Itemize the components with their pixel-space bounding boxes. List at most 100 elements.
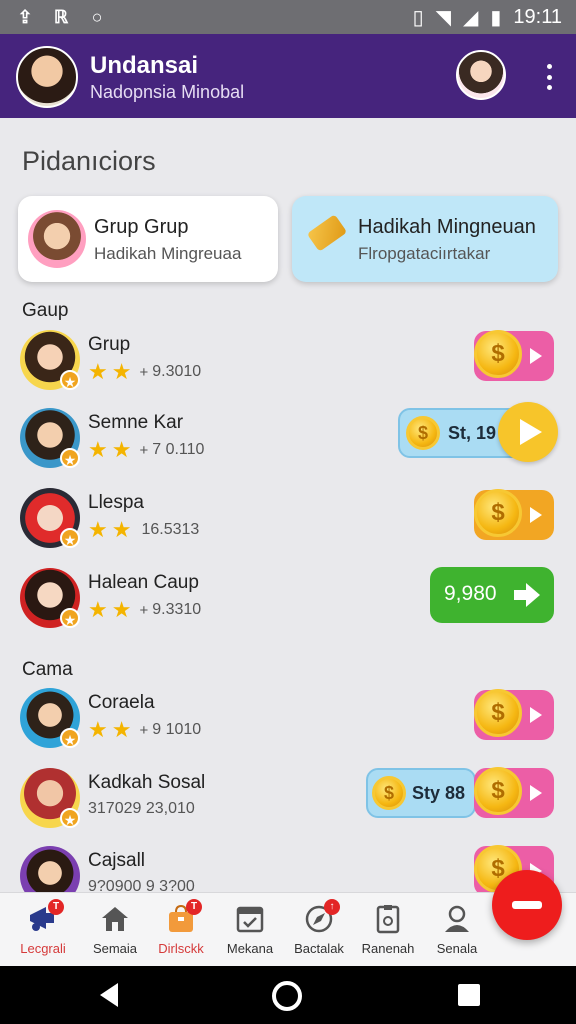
item-rating: 317029 23,010 (88, 800, 195, 818)
coin-amount: Sty 88 (412, 783, 466, 803)
avatar (20, 846, 80, 892)
nav-label: Dirlsckk (158, 941, 204, 956)
claim-amount: 9,980 (444, 582, 497, 605)
list-item[interactable]: ★ Halean Caup ★ ★ +9.3310 9,980 (0, 562, 576, 636)
coin-icon: $ (474, 689, 522, 737)
profile-avatar[interactable] (16, 46, 78, 108)
group-avatar (28, 210, 86, 268)
star-icon: ★ (111, 517, 132, 542)
list-item[interactable]: ★ Llespa ★ ★ 16.5313 $ (0, 482, 576, 556)
star-icon: ★ (111, 597, 132, 622)
more-options-icon[interactable] (544, 64, 554, 90)
ticket-icon (306, 214, 348, 252)
claim-button[interactable]: 9,980 (430, 567, 554, 623)
play-icon (520, 419, 542, 445)
star-icon: ★ (111, 437, 132, 462)
clock: 19:11 (513, 6, 562, 28)
star-icon: ★ (111, 717, 132, 742)
item-value: 317029 23,010 (88, 800, 195, 817)
section-label: Cama (22, 659, 73, 680)
system-navigation-bar (0, 966, 576, 1024)
compass-icon: ↑ (302, 899, 340, 935)
bottom-navigation: T Lecgrali Semaia T Dirlsckk Mekana ↑ Ba… (0, 892, 576, 966)
upload-icon: ⇪ (17, 6, 33, 27)
reward-card[interactable]: Hadikah Mingneuan Flropgataciırtakar (292, 196, 558, 282)
star-icon: ★ (111, 359, 132, 384)
item-value: 16.5313 (141, 521, 200, 538)
item-name: Llespa (88, 492, 144, 513)
app-header: Undansai Nadopnsia Minobal (0, 34, 576, 118)
item-value: 9.3310 (152, 601, 202, 618)
status-bar: ⇪ ℝ ○ ▯ ◥ ◢ ▮ 19:11 (0, 0, 576, 34)
item-name: Coraela (88, 692, 155, 713)
group-card[interactable]: Grup Grup Hadikah Mingreuaa (18, 196, 278, 282)
nav-item-semaia[interactable]: Semaia (80, 903, 150, 956)
coin-icon: $ (406, 416, 440, 450)
star-badge-icon: ★ (60, 808, 80, 828)
nav-label: Ranenah (361, 941, 415, 956)
minus-icon (512, 901, 542, 909)
card-title: Hadikah Mingneuan (358, 216, 536, 238)
header-title: Undansai (90, 52, 199, 79)
list-item[interactable]: ★ Kadkah Sosal 317029 23,010 $ Sty 88 $ (0, 762, 576, 836)
item-rating: 9?0900 9 3?00 (88, 878, 195, 892)
item-name: Kadkah Sosal (88, 772, 206, 793)
star-icon: ★ (88, 359, 108, 384)
item-value: 7 0.110 (152, 441, 205, 458)
card-subtitle: Flropgataciırtakar (358, 244, 491, 263)
nav-label: Bactalak (294, 941, 344, 956)
notification-badge: T (48, 899, 64, 915)
arrow-icon (530, 785, 542, 801)
nav-label: Semaia (92, 941, 138, 956)
remove-fab-button[interactable] (492, 870, 562, 940)
nav-item-senala[interactable]: Senala (422, 903, 492, 956)
list-item[interactable]: ★ Coraela ★ ★ +9 1010 $ (0, 682, 576, 756)
coin-icon: $ (474, 330, 522, 378)
item-rating: ★ ★ +9.3010 (88, 359, 202, 384)
item-rating: ★ ★ 16.5313 (88, 517, 200, 542)
play-button[interactable] (498, 402, 558, 462)
home-icon (98, 903, 132, 935)
nav-item-ranenah[interactable]: Ranenah (353, 903, 423, 956)
notification-badge: T (186, 899, 202, 915)
arrow-icon (530, 348, 542, 364)
nav-item-dirlsckk[interactable]: T Dirlsckk (146, 899, 216, 956)
item-name: Semne Kar (88, 412, 184, 433)
nav-item-lecgrali[interactable]: T Lecgrali (8, 899, 78, 956)
item-name: Grup (88, 334, 131, 355)
notification-badge: ↑ (324, 899, 340, 915)
list-item[interactable]: Cajsall 9?0900 9 3?00 $ (0, 840, 576, 892)
star-icon: ★ (88, 437, 108, 462)
arrow-right-icon (514, 583, 540, 607)
star-badge-icon: ★ (60, 528, 80, 548)
star-icon: ★ (88, 597, 108, 622)
star-icon: ★ (88, 717, 108, 742)
item-value: 9 1010 (152, 721, 202, 738)
list-item[interactable]: ★ Grup ★ ★ +9.3010 $ (0, 324, 576, 398)
arrow-icon (530, 707, 542, 723)
battery-icon: ▮ (490, 7, 502, 29)
item-value: 9?0900 9 3?00 (88, 878, 195, 892)
nav-item-mekana[interactable]: Mekana (215, 903, 285, 956)
coin-icon: $ (474, 489, 522, 537)
item-rating: ★ ★ +9 1010 (88, 717, 202, 742)
list-item[interactable]: ★ Semne Kar ★ ★ +7 0.110 $ St, 19 (0, 402, 576, 476)
wifi-icon: ◥ (435, 7, 452, 29)
recent-apps-icon[interactable] (458, 984, 480, 1006)
header-subtitle: Nadopnsia Minobal (90, 82, 245, 102)
app-notification-icon: ℝ (53, 6, 69, 27)
card-subtitle: Hadikah Mingreuaa (94, 244, 242, 263)
clipboard-icon (371, 903, 405, 935)
account-avatar[interactable] (456, 50, 506, 100)
coin-icon: $ (372, 776, 406, 810)
item-value: 9.3010 (152, 363, 202, 380)
nav-item-bactalak[interactable]: ↑ Bactalak (284, 899, 354, 956)
back-icon[interactable] (100, 983, 118, 1007)
section-label: Gaup (22, 300, 69, 321)
home-button-icon[interactable] (272, 981, 302, 1011)
star-icon: ★ (88, 517, 108, 542)
nav-label: Mekana (226, 941, 274, 956)
item-name: Halean Caup (88, 572, 199, 593)
search-icon: ○ (91, 6, 103, 27)
coin-action-button[interactable]: $ Sty 88 (366, 768, 476, 818)
